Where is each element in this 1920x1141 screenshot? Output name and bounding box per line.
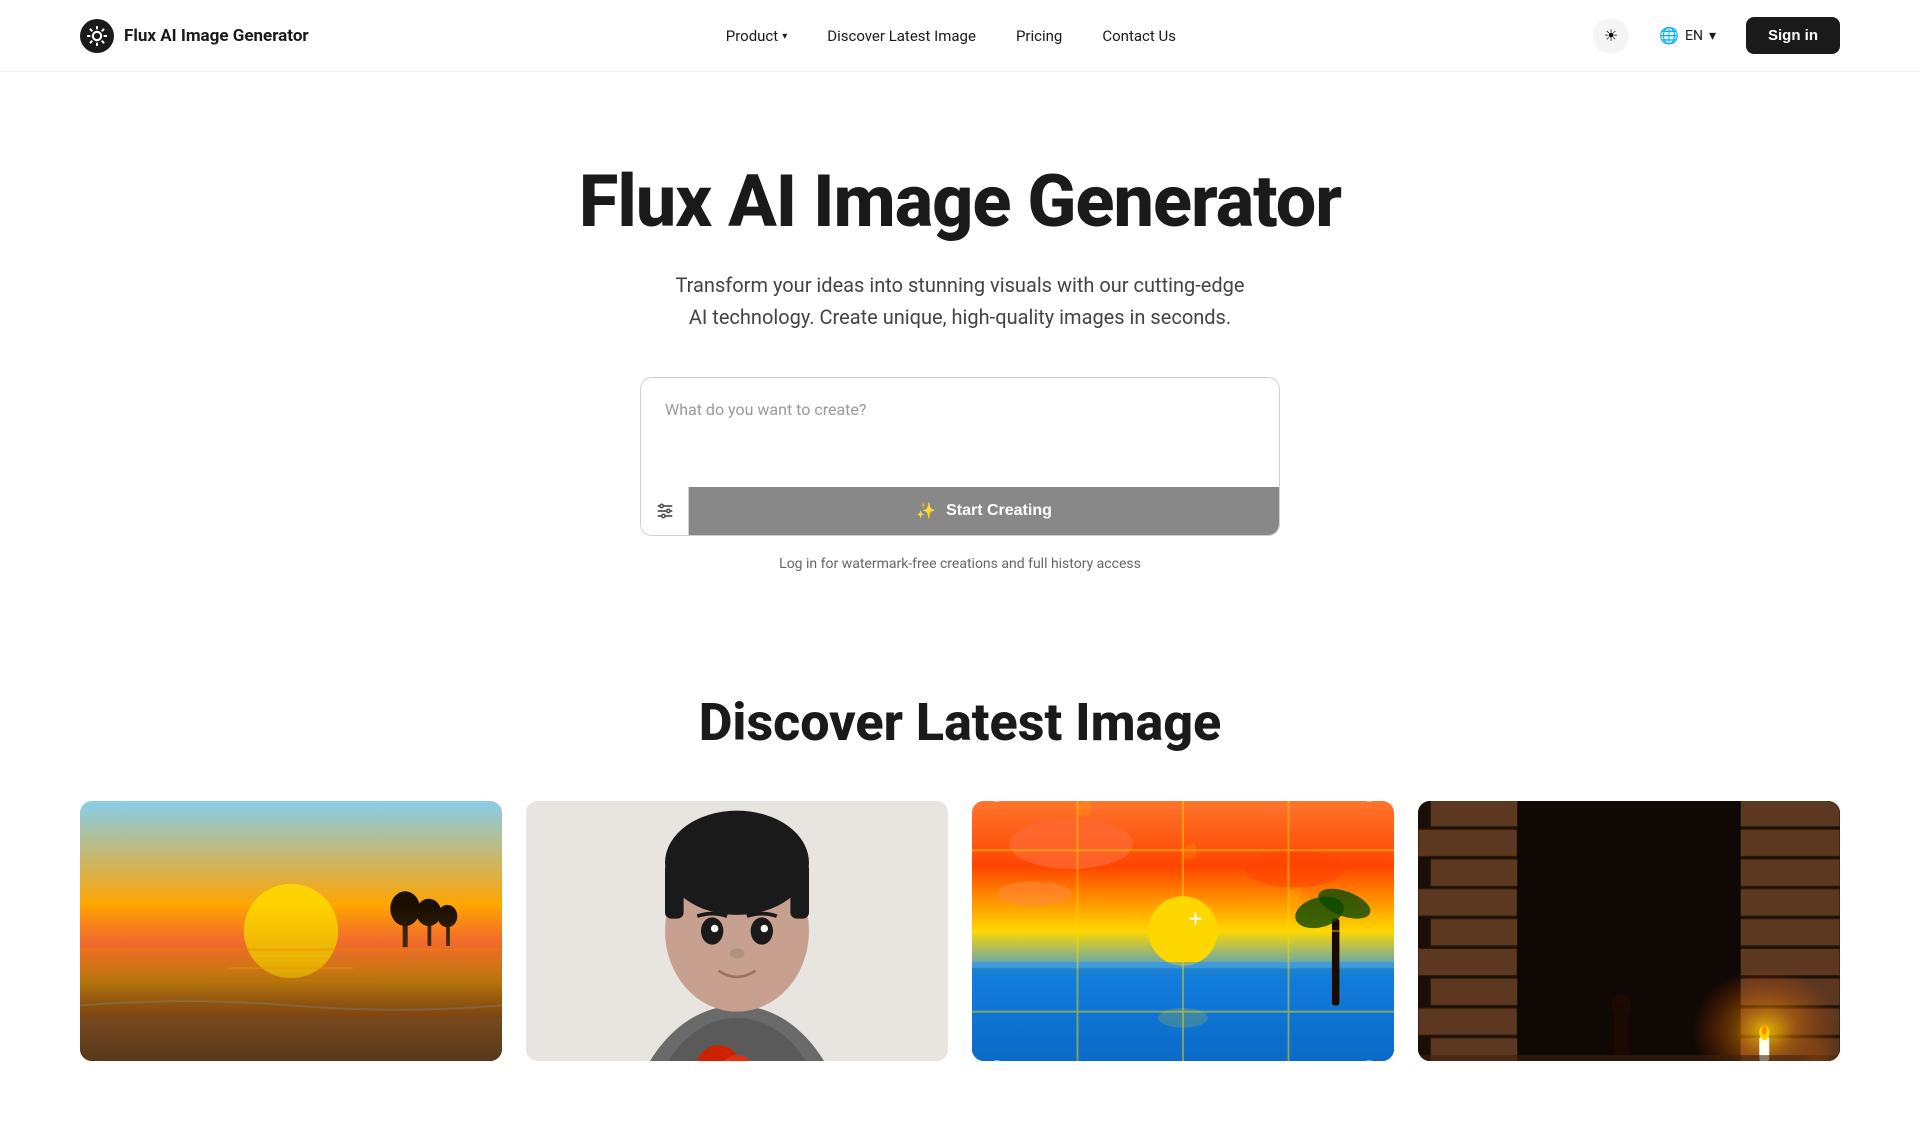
image-card[interactable] xyxy=(972,801,1394,1061)
hero-title: Flux AI Image Generator xyxy=(579,162,1341,241)
discover-section: Discover Latest Image xyxy=(0,632,1920,1141)
nav-pricing[interactable]: Pricing xyxy=(1016,27,1062,45)
hero-section: Flux AI Image Generator Transform your i… xyxy=(0,72,1920,632)
nav-contact[interactable]: Contact Us xyxy=(1102,27,1176,45)
nav-product[interactable]: Product ▾ xyxy=(726,27,787,45)
nav-links: Product ▾ Discover Latest Image Pricing … xyxy=(726,27,1176,45)
sun-icon: ☀ xyxy=(1604,26,1618,46)
sliders-icon xyxy=(655,501,675,521)
settings-button[interactable] xyxy=(641,487,689,535)
chevron-down-icon: ▾ xyxy=(1709,28,1716,44)
image-grid xyxy=(80,801,1840,1061)
hero-subtitle: Transform your ideas into stunning visua… xyxy=(670,269,1250,333)
image-card[interactable] xyxy=(80,801,502,1061)
translate-icon: 🌐 xyxy=(1659,26,1679,45)
image-card[interactable] xyxy=(526,801,948,1061)
navbar: Flux AI Image Generator Product ▾ Discov… xyxy=(0,0,1920,72)
navbar-right: ☀ 🌐 EN ▾ Sign in xyxy=(1593,17,1840,54)
nav-discover[interactable]: Discover Latest Image xyxy=(827,27,976,45)
discover-title: Discover Latest Image xyxy=(80,692,1840,753)
image-card[interactable] xyxy=(1418,801,1840,1061)
sunset-sketch-image xyxy=(80,801,502,1061)
sign-in-button[interactable]: Sign in xyxy=(1746,17,1840,54)
logo[interactable]: Flux AI Image Generator xyxy=(80,19,309,53)
chevron-down-icon: ▾ xyxy=(782,31,787,42)
theme-toggle-button[interactable]: ☀ xyxy=(1593,18,1629,54)
prompt-input[interactable] xyxy=(640,377,1280,487)
logo-text: Flux AI Image Generator xyxy=(124,26,309,46)
puzzle-sunset-image xyxy=(972,801,1394,1061)
action-bar: ✨ Start Creating xyxy=(640,487,1280,536)
logo-icon xyxy=(80,19,114,53)
wand-icon: ✨ xyxy=(916,501,936,521)
boy-portrait-image xyxy=(526,801,948,1061)
start-creating-button[interactable]: ✨ Start Creating xyxy=(689,487,1279,535)
language-selector[interactable]: 🌐 EN ▾ xyxy=(1649,20,1726,51)
login-hint: Log in for watermark-free creations and … xyxy=(779,556,1141,572)
brick-room-image xyxy=(1418,801,1840,1061)
creator-box: ✨ Start Creating xyxy=(640,377,1280,536)
